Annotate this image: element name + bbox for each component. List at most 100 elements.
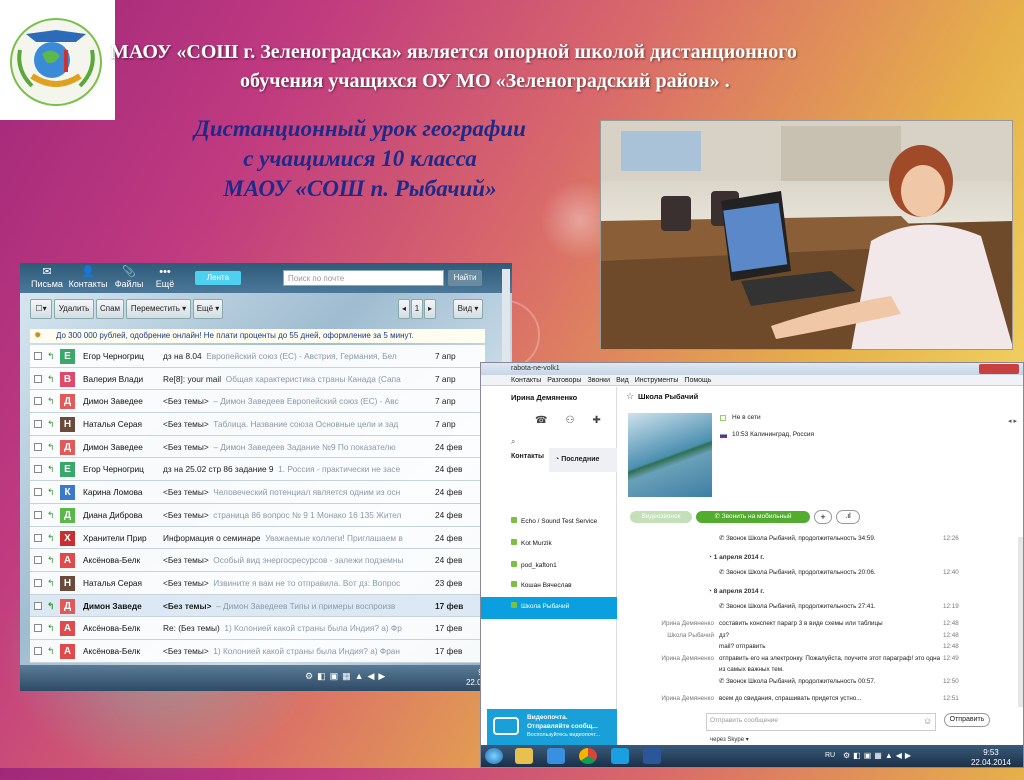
row-checkbox[interactable] <box>34 533 42 542</box>
menu-item[interactable]: Разговоры <box>547 377 581 384</box>
more-button[interactable]: Ещё ▾ <box>193 299 223 319</box>
row-checkbox[interactable] <box>34 488 42 497</box>
reply-icon[interactable]: ↰ <box>47 572 55 594</box>
reply-icon[interactable]: ↰ <box>47 413 55 435</box>
via-skype[interactable]: через Skype ▾ <box>710 736 749 743</box>
next-page-button[interactable]: ▸ <box>424 299 436 319</box>
subject-text: дз на 8.04 <box>163 351 202 361</box>
mail-row[interactable]: ↰ Н Наталья Серая <Без темы> Таблица. Назва… <box>30 413 485 436</box>
menu-item[interactable]: Вид <box>616 377 629 384</box>
reply-icon[interactable]: ↰ <box>47 481 55 503</box>
row-checkbox[interactable] <box>34 646 42 655</box>
signal-icon[interactable]: .ıl <box>836 510 860 524</box>
row-checkbox[interactable] <box>34 352 42 360</box>
word-icon[interactable] <box>643 748 661 764</box>
mail-row[interactable]: ↰ К Карина Ломова <Без темы> Человеческий п… <box>30 481 485 504</box>
contact-item[interactable]: Школа Рыбачий <box>511 602 569 610</box>
menu-item[interactable]: Звонки <box>587 377 610 384</box>
reply-icon[interactable]: ↰ <box>47 458 55 480</box>
contact-item[interactable]: Echo / Sound Test Service <box>511 517 597 525</box>
row-checkbox[interactable] <box>34 510 42 519</box>
lang-indicator[interactable]: RU <box>825 752 835 759</box>
user-name[interactable]: Ирина Демяненко <box>511 393 577 402</box>
spam-button[interactable]: Спам <box>96 299 124 319</box>
message-text: дз? <box>719 632 949 639</box>
ad-banner[interactable]: До 300 000 рублей, одобрение онлайн! Не … <box>30 329 485 343</box>
send-button[interactable]: Отправить <box>944 713 990 727</box>
tab-contacts[interactable]: Контакты <box>511 453 544 460</box>
ie-icon[interactable] <box>547 748 565 764</box>
reply-icon[interactable]: ↰ <box>47 549 55 571</box>
message-text: отправить его на электронку. Пожалуйста,… <box>719 655 949 662</box>
promo-box[interactable]: Видеопочта. Отправляйте сообщ... Восполь… <box>487 709 617 745</box>
search-icon[interactable]: ⌕ <box>511 437 515 447</box>
row-checkbox[interactable] <box>34 465 42 474</box>
emoticon-icon[interactable]: ☺ <box>923 716 932 726</box>
row-checkbox[interactable] <box>34 601 42 610</box>
row-checkbox[interactable] <box>34 624 42 633</box>
nav-files[interactable]: 📎 Файлы <box>109 266 149 289</box>
mail-row[interactable]: ↰ А Аксёнова-Белк Re: (Без темы) 1) Колоние… <box>30 617 485 640</box>
move-button[interactable]: Переместить ▾ <box>126 299 191 319</box>
subject-text: Re: (Без темы) <box>163 623 220 634</box>
mail-row[interactable]: ↰ Д Димон Заведее <Без темы> – Димон Заведе… <box>30 390 485 414</box>
row-checkbox[interactable] <box>34 374 42 383</box>
star-icon[interactable]: ☆ <box>626 391 634 402</box>
row-checkbox[interactable] <box>34 578 42 587</box>
delete-button[interactable]: Удалить <box>54 299 94 319</box>
mail-row[interactable]: ↰ Д Диана Диброва <Без темы> страница 86 во… <box>30 503 485 527</box>
row-checkbox[interactable] <box>34 397 42 406</box>
menu-item[interactable]: Помощь <box>684 377 711 384</box>
reply-icon[interactable]: ↰ <box>47 617 55 639</box>
reply-icon[interactable]: ↰ <box>47 640 55 662</box>
reply-icon[interactable]: ↰ <box>47 527 55 549</box>
row-checkbox[interactable] <box>34 442 42 451</box>
message-input[interactable]: Отправить сообщение <box>706 713 936 731</box>
reply-icon[interactable]: ↰ <box>47 504 55 526</box>
video-call-button[interactable]: Видеозвонок <box>630 511 692 523</box>
menu-item[interactable]: Контакты <box>511 377 541 384</box>
add-button[interactable]: + <box>814 510 832 524</box>
mail-row[interactable]: ↰ Е Егор Черногриц дз на 25.02 стр 86 задан… <box>30 458 485 482</box>
mail-row[interactable]: ↰ Д Димон Заведее <Без темы> – Димон Заведе… <box>30 435 485 459</box>
nav-more[interactable]: ••• Ещё <box>145 266 185 289</box>
mail-row[interactable]: ↰ Е Егор Черногриц дз на 8.04 Европейский с… <box>30 345 485 368</box>
tray-icons: ⚙◧▣▦▲◀▶ <box>305 671 390 681</box>
search-button[interactable]: Найти <box>448 270 482 286</box>
search-input[interactable]: Поиск по почте <box>283 270 444 286</box>
contact-item[interactable]: Kot Murzik <box>511 539 552 547</box>
skype-icon[interactable] <box>611 748 629 764</box>
reply-icon[interactable]: ↰ <box>47 368 55 390</box>
row-checkbox[interactable] <box>34 556 42 565</box>
chrome-icon[interactable] <box>579 748 597 764</box>
row-checkbox[interactable] <box>34 420 42 429</box>
mail-row[interactable]: ↰ В Валерия Влади Re[8]: your mail Общая ха… <box>30 367 485 391</box>
mail-row[interactable]: ↰ А Аксёнова-Белк <Без темы> 1) Колонией ка… <box>30 639 485 663</box>
contact-item[interactable]: Кошан Вячеслав <box>511 581 572 589</box>
tab-recent[interactable]: ◔ Последние <box>549 448 617 472</box>
reply-icon[interactable]: ↰ <box>47 390 55 412</box>
folder-icon[interactable] <box>515 748 533 764</box>
start-button[interactable] <box>485 748 503 764</box>
nav-letters[interactable]: ✉ Письма <box>27 266 67 289</box>
mail-row[interactable]: ↰ Н Наталья Серая <Без темы> Извините я вам… <box>30 571 485 595</box>
contact-item[interactable]: pod_kafton1 <box>511 561 557 569</box>
view-button[interactable]: Вид ▾ <box>453 299 483 319</box>
mail-row[interactable]: ↰ А Аксёнова-Белк <Без темы> Особый вид эне… <box>30 549 485 572</box>
menu-item[interactable]: Инструменты <box>635 377 679 384</box>
reply-icon[interactable]: ↰ <box>47 436 55 458</box>
prev-page-button[interactable]: ◂ <box>398 299 410 319</box>
contact-actions[interactable]: ☎⚇✚ <box>535 415 619 426</box>
mail-row[interactable]: ↰ Д Димон Заведе <Без темы> – Димон Заведее… <box>30 594 485 618</box>
lenta-button[interactable]: Лента <box>195 271 241 285</box>
window-controls[interactable] <box>979 364 1019 374</box>
nav-arrows[interactable]: ◂ ▸ <box>1008 417 1017 425</box>
select-all-checkbox[interactable]: ☐▾ <box>30 299 52 319</box>
preview-text: Уважаемые коллеги! Приглашаем в <box>265 532 403 543</box>
chat-scrollbar[interactable] <box>1018 537 1023 707</box>
reply-icon[interactable]: ↰ <box>47 595 55 617</box>
reply-icon[interactable]: ↰ <box>47 345 55 367</box>
mail-row[interactable]: ↰ Х Хранители Прир Информация о семинаре Ув… <box>30 526 485 550</box>
nav-contacts[interactable]: 👤 Контакты <box>68 266 108 289</box>
call-mobile-button[interactable]: ✆ Звонить на мобильный <box>696 511 810 523</box>
